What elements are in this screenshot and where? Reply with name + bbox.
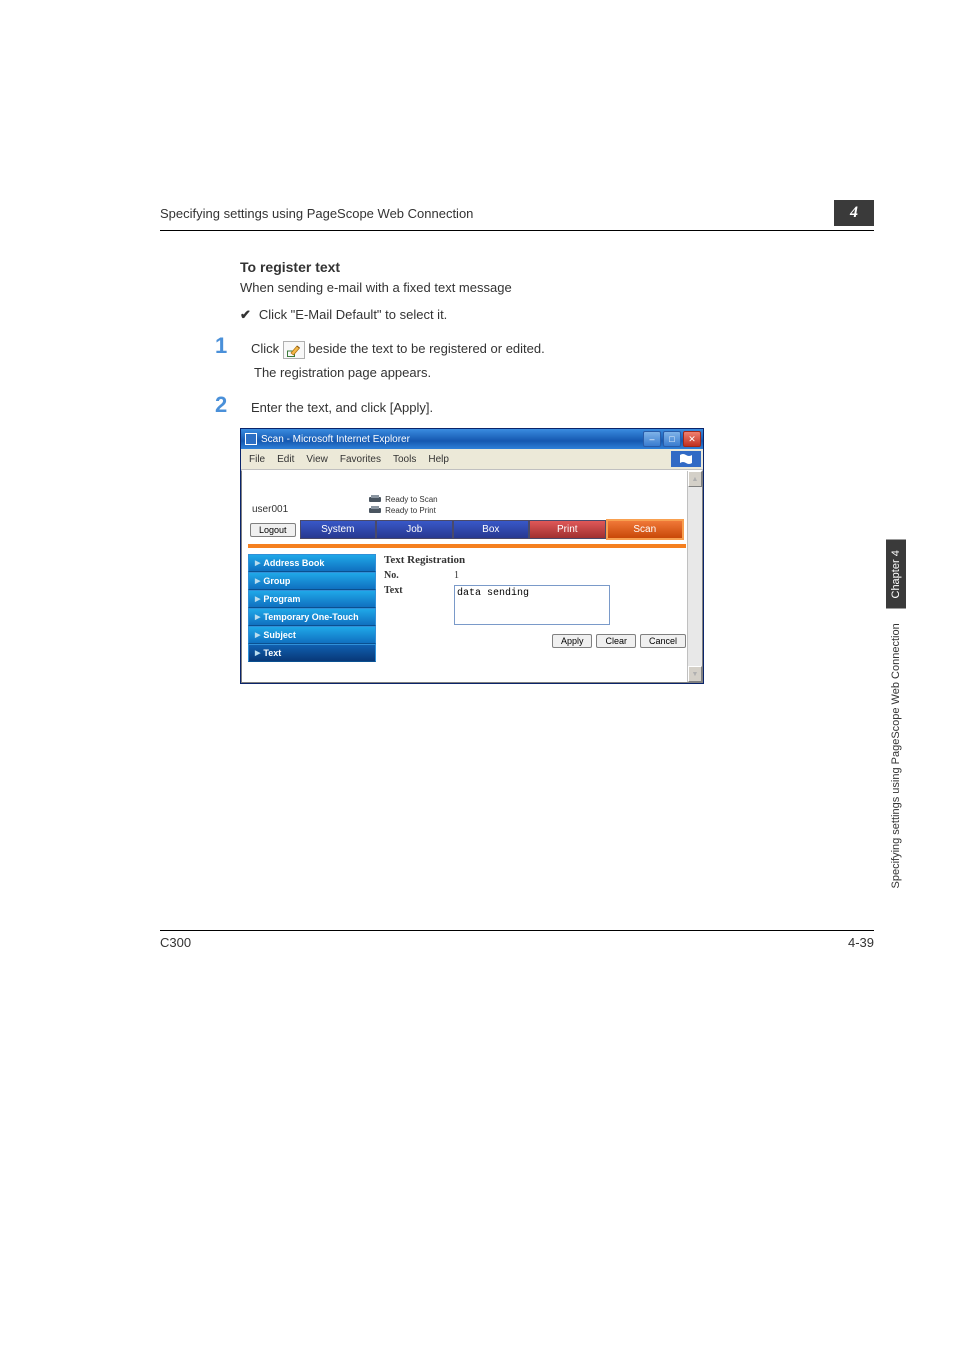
check-text: Click "E-Mail Default" to select it. xyxy=(259,307,447,322)
browser-window: Scan - Microsoft Internet Explorer – □ ✕… xyxy=(240,428,704,684)
scrollbar-vertical[interactable]: ▲ ▼ xyxy=(687,471,702,682)
sidebar-item-label: Address Book xyxy=(263,558,324,568)
page-header-text: Specifying settings using PageScope Web … xyxy=(160,206,473,221)
footer-left: C300 xyxy=(160,935,191,950)
check-icon: ✔ xyxy=(240,307,251,323)
browser-menubar: File Edit View Favorites Tools Help xyxy=(241,449,703,470)
browser-titlebar: Scan - Microsoft Internet Explorer – □ ✕ xyxy=(241,429,703,449)
text-label: Text xyxy=(384,585,454,628)
sidebar-item-temporary-one-touch[interactable]: ▶Temporary One-Touch xyxy=(248,608,376,626)
sidebar-item-group[interactable]: ▶Group xyxy=(248,572,376,590)
ie-icon xyxy=(245,433,257,445)
menu-view[interactable]: View xyxy=(300,454,334,465)
step-2-text: Enter the text, and click [Apply]. xyxy=(251,392,433,418)
step-1-text-b: beside the text to be registered or edit… xyxy=(308,341,544,356)
printer-icon xyxy=(368,505,382,515)
logout-button[interactable]: Logout xyxy=(250,523,296,537)
edit-icon xyxy=(283,341,305,359)
side-tab-title: Specifying settings using PageScope Web … xyxy=(886,613,906,898)
panel-title: Text Registration xyxy=(384,554,686,566)
window-title: Scan - Microsoft Internet Explorer xyxy=(261,434,410,445)
tab-scan[interactable]: Scan xyxy=(606,519,685,540)
tab-job[interactable]: Job xyxy=(376,520,453,539)
chevron-right-icon: ▶ xyxy=(255,559,260,567)
chevron-right-icon: ▶ xyxy=(255,595,260,603)
apply-button[interactable]: Apply xyxy=(552,634,593,648)
tab-system[interactable]: System xyxy=(300,520,377,539)
sidebar-item-text[interactable]: ▶Text xyxy=(248,644,376,662)
content-panel: Text Registration No. 1 Text Apply Clear xyxy=(384,554,686,662)
step-2-number: 2 xyxy=(215,392,235,418)
scanner-icon xyxy=(368,494,382,504)
tab-print[interactable]: Print xyxy=(529,520,606,539)
logged-in-user: user001 xyxy=(252,504,288,515)
menu-edit[interactable]: Edit xyxy=(271,454,300,465)
menu-favorites[interactable]: Favorites xyxy=(334,454,387,465)
chapter-badge: 4 xyxy=(834,200,874,226)
scroll-up-icon[interactable]: ▲ xyxy=(688,471,702,487)
section-heading: To register text xyxy=(160,259,874,275)
footer-right: 4-39 xyxy=(848,935,874,950)
step-1-number: 1 xyxy=(215,333,235,359)
side-tab-chapter: Chapter 4 xyxy=(886,540,906,608)
status-scan: Ready to Scan xyxy=(385,495,437,504)
sidebar-item-label: Program xyxy=(263,594,300,604)
text-input[interactable] xyxy=(454,585,610,625)
step-1-text-a: Click xyxy=(251,341,283,356)
intro-text: When sending e-mail with a fixed text me… xyxy=(160,279,874,297)
chevron-right-icon: ▶ xyxy=(255,631,260,639)
sidebar-item-subject[interactable]: ▶Subject xyxy=(248,626,376,644)
chevron-right-icon: ▶ xyxy=(255,613,260,621)
chevron-right-icon: ▶ xyxy=(255,649,260,657)
scroll-down-icon[interactable]: ▼ xyxy=(688,666,702,682)
sidebar-item-label: Text xyxy=(263,648,281,658)
windows-logo-icon xyxy=(671,451,701,467)
minimize-button[interactable]: – xyxy=(643,431,661,447)
sidebar-item-label: Group xyxy=(263,576,290,586)
menu-tools[interactable]: Tools xyxy=(387,454,422,465)
chevron-right-icon: ▶ xyxy=(255,577,260,585)
accent-bar xyxy=(248,544,686,548)
tab-box[interactable]: Box xyxy=(453,520,530,539)
sidebar-item-label: Temporary One-Touch xyxy=(263,612,358,622)
maximize-button[interactable]: □ xyxy=(663,431,681,447)
status-print: Ready to Print xyxy=(385,506,436,515)
sidebar: ▶Address Book ▶Group ▶Program ▶Temporary… xyxy=(248,554,376,662)
menu-file[interactable]: File xyxy=(243,454,271,465)
clear-button[interactable]: Clear xyxy=(596,634,636,648)
sidebar-item-address-book[interactable]: ▶Address Book xyxy=(248,554,376,572)
sidebar-item-label: Subject xyxy=(263,630,296,640)
close-button[interactable]: ✕ xyxy=(683,431,701,447)
menu-help[interactable]: Help xyxy=(422,454,455,465)
no-value: 1 xyxy=(454,570,686,581)
step-1-sub: The registration page appears. xyxy=(160,365,874,380)
sidebar-item-program[interactable]: ▶Program xyxy=(248,590,376,608)
no-label: No. xyxy=(384,570,454,581)
cancel-button[interactable]: Cancel xyxy=(640,634,686,648)
